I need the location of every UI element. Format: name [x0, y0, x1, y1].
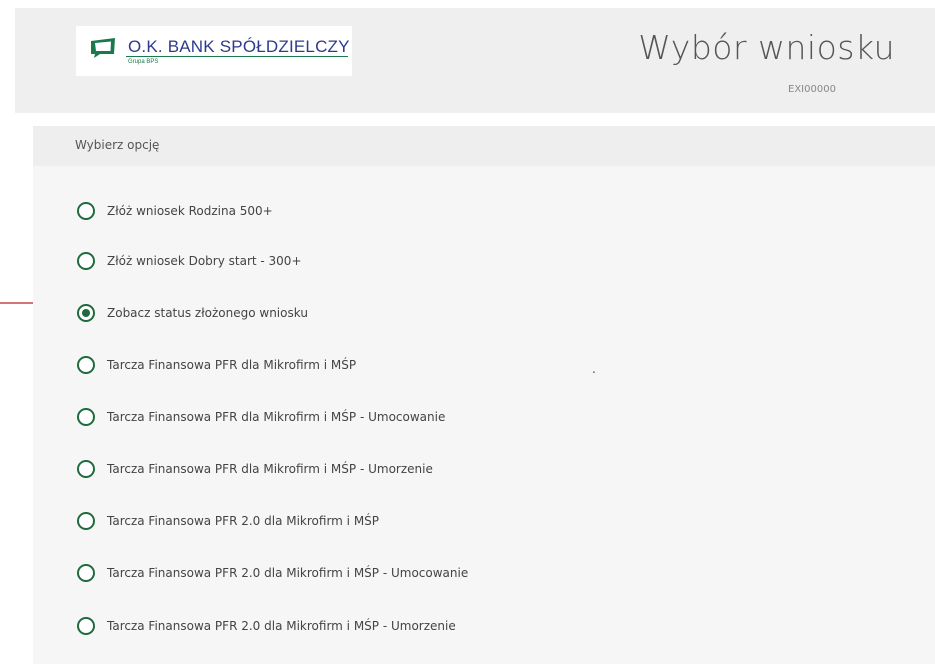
options-panel: Wybierz opcję Złóż wniosek Rodzina 500+ … [33, 126, 935, 664]
option-label: Tarcza Finansowa PFR 2.0 dla Mikrofirm i… [107, 619, 456, 633]
option-tarcza-pfr-2-umorzenie[interactable]: Tarcza Finansowa PFR 2.0 dla Mikrofirm i… [77, 615, 456, 637]
options-heading: Wybierz opcję [75, 138, 160, 152]
option-tarcza-pfr[interactable]: Tarcza Finansowa PFR dla Mikrofirm i MŚP [77, 354, 356, 376]
option-label: Tarcza Finansowa PFR dla Mikrofirm i MŚP… [107, 462, 433, 476]
radio-button[interactable] [77, 356, 95, 374]
bank-logo-divider [126, 56, 348, 57]
option-tarcza-pfr-2[interactable]: Tarcza Finansowa PFR 2.0 dla Mikrofirm i… [77, 510, 379, 532]
radio-button[interactable] [77, 460, 95, 478]
radio-button[interactable] [77, 202, 95, 220]
bank-logo-subtitle: Grupa BPS [128, 59, 159, 65]
option-rodzina-500[interactable]: Złóż wniosek Rodzina 500+ [77, 200, 273, 222]
option-label: Tarcza Finansowa PFR 2.0 dla Mikrofirm i… [107, 566, 469, 580]
option-label: Złóż wniosek Dobry start - 300+ [107, 254, 302, 268]
option-tarcza-pfr-2-umocowanie[interactable]: Tarcza Finansowa PFR 2.0 dla Mikrofirm i… [77, 562, 468, 584]
radio-button[interactable] [77, 564, 95, 582]
option-label: Zobacz status złożonego wniosku [107, 306, 308, 320]
stray-dot: . [592, 362, 596, 376]
header-bar: O.K. BANK SPÓŁDZIELCZY Grupa BPS Wybór w… [15, 8, 935, 113]
radio-button-selected[interactable] [77, 304, 95, 322]
option-label: Złóż wniosek Rodzina 500+ [107, 204, 273, 218]
page-code: EXI00000 [788, 84, 836, 95]
options-panel-header: Wybierz opcję [33, 126, 935, 166]
bank-logo[interactable]: O.K. BANK SPÓŁDZIELCZY Grupa BPS [76, 26, 352, 76]
page-title: Wybór wniosku [638, 28, 895, 67]
option-tarcza-pfr-umocowanie[interactable]: Tarcza Finansowa PFR dla Mikrofirm i MŚP… [77, 406, 445, 428]
option-label: Tarcza Finansowa PFR dla Mikrofirm i MŚP… [107, 410, 446, 424]
bank-logo-name: O.K. BANK SPÓŁDZIELCZY [128, 37, 350, 56]
radio-button[interactable] [77, 512, 95, 530]
option-label: Tarcza Finansowa PFR dla Mikrofirm i MŚP [107, 358, 357, 372]
option-tarcza-pfr-umorzenie[interactable]: Tarcza Finansowa PFR dla Mikrofirm i MŚP… [77, 458, 433, 480]
option-status-wniosku[interactable]: Zobacz status złożonego wniosku [77, 302, 308, 324]
radio-button[interactable] [77, 617, 95, 635]
option-label: Tarcza Finansowa PFR 2.0 dla Mikrofirm i… [107, 514, 380, 528]
radio-button[interactable] [77, 408, 95, 426]
radio-button[interactable] [77, 252, 95, 270]
bank-logo-icon [91, 38, 115, 58]
option-dobry-start-300[interactable]: Złóż wniosek Dobry start - 300+ [77, 250, 302, 272]
